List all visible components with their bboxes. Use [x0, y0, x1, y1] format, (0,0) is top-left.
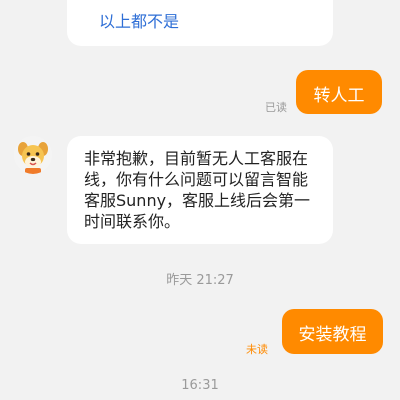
message-text: 安装教程	[298, 325, 367, 345]
timestamp: 16:31	[181, 378, 219, 393]
chat-area: 以上都不是 转人工 已读 非常抱歉，目前暂无人工客服在线，你有什么问题可以留言智…	[0, 0, 400, 400]
message-bubble-bot[interactable]: 非常抱歉，目前暂无人工客服在线，你有什么问题可以留言智能客服Sunny，客服上线…	[67, 136, 333, 244]
message-bubble-transfer[interactable]: 转人工	[296, 70, 382, 114]
unread-status: 未读	[246, 343, 268, 356]
message-text: 转人工	[313, 86, 365, 106]
option-card: 以上都不是	[67, 0, 333, 46]
option-none-of-above[interactable]: 以上都不是	[99, 8, 179, 32]
read-status: 已读	[265, 101, 287, 114]
bot-avatar[interactable]	[14, 136, 52, 174]
timestamp: 昨天 21:27	[166, 273, 234, 288]
message-text: 非常抱歉，目前暂无人工客服在线，你有什么问题可以留言智能客服Sunny，客服上线…	[84, 149, 311, 231]
message-bubble-tutorial[interactable]: 安装教程	[282, 309, 383, 354]
dog-mascot-icon	[14, 136, 52, 174]
